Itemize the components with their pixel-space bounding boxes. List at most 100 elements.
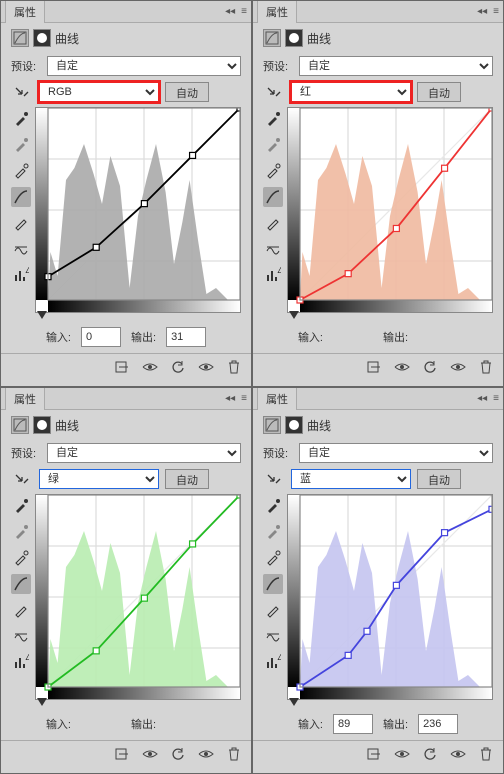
toggle-visibility-icon[interactable] [197, 745, 215, 763]
preset-select[interactable]: 自定 [47, 443, 241, 463]
visibility-icon[interactable] [141, 358, 159, 376]
preset-row: 预设: 自定 [253, 440, 503, 466]
eyedropper-white-icon[interactable] [11, 161, 31, 181]
curve-point-tool-icon[interactable] [11, 187, 31, 207]
clip-icon[interactable] [365, 745, 383, 763]
trash-icon[interactable] [225, 745, 243, 763]
reset-icon[interactable] [421, 358, 439, 376]
pencil-tool-icon[interactable] [11, 213, 31, 233]
collapse-icon[interactable]: ◂◂ [225, 6, 235, 17]
pencil-tool-icon[interactable] [263, 600, 283, 620]
properties-tab[interactable]: 属性 [5, 387, 45, 410]
collapse-icon[interactable]: ◂◂ [477, 6, 487, 17]
smooth-tool-icon[interactable] [11, 626, 31, 646]
output-field[interactable] [418, 714, 458, 734]
eyedropper-black-icon[interactable] [11, 109, 31, 129]
collapse-icon[interactable]: ◂◂ [225, 393, 235, 404]
curve-point-tool-icon[interactable] [263, 187, 283, 207]
input-field[interactable] [333, 714, 373, 734]
clip-icon[interactable] [365, 358, 383, 376]
menu-icon[interactable]: ≡ [493, 6, 499, 17]
output-field[interactable] [166, 327, 206, 347]
auto-button[interactable]: 自动 [417, 469, 461, 489]
panel-footer [1, 353, 251, 380]
smooth-tool-icon[interactable] [263, 626, 283, 646]
pencil-tool-icon[interactable] [263, 213, 283, 233]
eyedropper-gray-icon[interactable] [263, 522, 283, 542]
preset-select[interactable]: 自定 [299, 56, 493, 76]
finger-icon[interactable] [263, 471, 285, 487]
curve-graph[interactable] [35, 107, 241, 319]
auto-button[interactable]: 自动 [165, 82, 209, 102]
curves-adjust-icon [263, 416, 281, 434]
properties-tab[interactable]: 属性 [5, 0, 45, 23]
toggle-visibility-icon[interactable] [449, 745, 467, 763]
collapse-icon[interactable]: ◂◂ [477, 393, 487, 404]
channel-select[interactable]: 蓝 [291, 469, 411, 489]
curve-graph[interactable] [287, 494, 493, 706]
visibility-icon[interactable] [393, 358, 411, 376]
finger-icon[interactable] [11, 84, 33, 100]
reset-icon[interactable] [421, 745, 439, 763]
smooth-tool-icon[interactable] [11, 239, 31, 259]
eyedropper-black-icon[interactable] [11, 496, 31, 516]
channel-select[interactable]: 绿 [39, 469, 159, 489]
reset-icon[interactable] [169, 358, 187, 376]
histogram-tool-icon[interactable]: ⚠ [263, 652, 283, 672]
auto-button[interactable]: 自动 [165, 469, 209, 489]
io-row: 输入: 输出: [253, 710, 503, 740]
toggle-visibility-icon[interactable] [197, 358, 215, 376]
clip-icon[interactable] [113, 358, 131, 376]
toggle-visibility-icon[interactable] [449, 358, 467, 376]
eyedropper-black-icon[interactable] [263, 109, 283, 129]
preset-label: 预设: [11, 58, 41, 74]
visibility-icon[interactable] [393, 745, 411, 763]
auto-button[interactable]: 自动 [417, 82, 461, 102]
eyedropper-white-icon[interactable] [11, 548, 31, 568]
black-point-slider[interactable] [289, 311, 299, 319]
histogram-tool-icon[interactable]: ⚠ [11, 652, 31, 672]
reset-icon[interactable] [169, 745, 187, 763]
panel-footer [253, 740, 503, 767]
histogram-tool-icon[interactable]: ⚠ [263, 265, 283, 285]
svg-text:⚠: ⚠ [25, 654, 29, 663]
eyedropper-white-icon[interactable] [263, 548, 283, 568]
eyedropper-gray-icon[interactable] [11, 135, 31, 155]
menu-icon[interactable]: ≡ [241, 393, 247, 404]
trash-icon[interactable] [225, 358, 243, 376]
pencil-tool-icon[interactable] [11, 600, 31, 620]
curve-graph[interactable] [35, 494, 241, 706]
properties-tab[interactable]: 属性 [257, 387, 297, 410]
adjustment-title: 曲线 [307, 30, 331, 47]
menu-icon[interactable]: ≡ [241, 6, 247, 17]
curve-point-tool-icon[interactable] [11, 574, 31, 594]
curve-point-tool-icon[interactable] [263, 574, 283, 594]
eyedropper-white-icon[interactable] [263, 161, 283, 181]
eyedropper-gray-icon[interactable] [11, 522, 31, 542]
properties-tab[interactable]: 属性 [257, 0, 297, 23]
preset-select[interactable]: 自定 [47, 56, 241, 76]
input-field[interactable] [81, 327, 121, 347]
trash-icon[interactable] [477, 358, 495, 376]
channel-select[interactable]: 红 [291, 82, 411, 102]
black-point-slider[interactable] [37, 698, 47, 706]
trash-icon[interactable] [477, 745, 495, 763]
visibility-icon[interactable] [141, 745, 159, 763]
finger-icon[interactable] [263, 84, 285, 100]
channel-select[interactable]: RGB [39, 82, 159, 102]
input-label: 输入: [298, 716, 323, 732]
curve-graph[interactable] [287, 107, 493, 319]
curve-tools: ⚠ [11, 494, 31, 706]
svg-text:⚠: ⚠ [25, 267, 29, 276]
black-point-slider[interactable] [37, 311, 47, 319]
eyedropper-black-icon[interactable] [263, 496, 283, 516]
smooth-tool-icon[interactable] [263, 239, 283, 259]
finger-icon[interactable] [11, 471, 33, 487]
menu-icon[interactable]: ≡ [493, 393, 499, 404]
black-point-slider[interactable] [289, 698, 299, 706]
eyedropper-gray-icon[interactable] [263, 135, 283, 155]
input-label: 输入: [298, 329, 323, 345]
clip-icon[interactable] [113, 745, 131, 763]
histogram-tool-icon[interactable]: ⚠ [11, 265, 31, 285]
preset-select[interactable]: 自定 [299, 443, 493, 463]
